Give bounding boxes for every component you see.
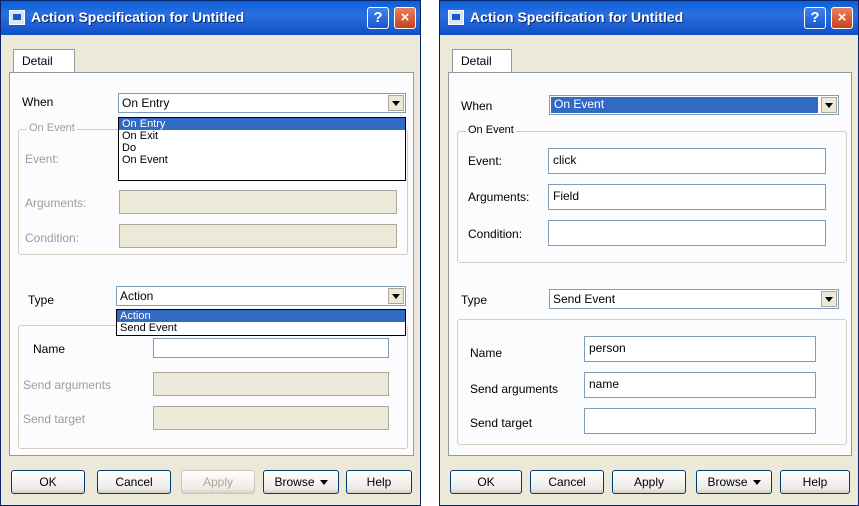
when-option[interactable]: On Entry <box>119 118 405 130</box>
detail-panel: When On Event On Event Event: click Argu… <box>448 72 852 456</box>
condition-field[interactable] <box>119 224 397 248</box>
send-target-field[interactable] <box>153 406 389 430</box>
ok-button[interactable]: OK <box>11 470 85 494</box>
on-event-group-label: On Event <box>27 122 77 134</box>
on-event-group-label: On Event <box>466 124 516 136</box>
close-icon[interactable]: × <box>831 7 853 29</box>
when-select[interactable]: On Event <box>549 95 839 115</box>
send-target-field[interactable] <box>584 408 816 434</box>
chevron-down-icon[interactable] <box>821 97 837 113</box>
when-dropdown-list[interactable]: On Entry On Exit Do On Event <box>118 117 406 181</box>
browse-button-label: Browse <box>707 475 748 489</box>
app-icon <box>9 10 25 25</box>
type-dropdown-list[interactable]: Action Send Event <box>116 309 406 336</box>
title-bar[interactable]: Action Specification for Untitled ? × <box>1 1 420 35</box>
tab-detail[interactable]: Detail <box>452 49 512 73</box>
window-title: Action Specification for Untitled <box>31 9 245 25</box>
close-icon[interactable]: × <box>394 7 416 29</box>
type-value: Send Event <box>553 292 616 306</box>
on-event-group: On Event Event: click Arguments: Field C… <box>457 124 847 263</box>
chevron-down-icon[interactable] <box>388 95 404 111</box>
browse-button-label: Browse <box>274 475 315 489</box>
help-icon[interactable]: ? <box>367 7 389 29</box>
chevron-down-icon <box>319 480 328 486</box>
event-label: Event: <box>468 154 503 168</box>
help-button[interactable]: Help <box>346 470 412 494</box>
when-select[interactable]: On Entry <box>118 93 406 113</box>
ok-button[interactable]: OK <box>450 470 522 494</box>
when-option[interactable]: On Exit <box>119 130 405 142</box>
type-option[interactable]: Send Event <box>117 322 405 334</box>
when-option[interactable]: On Event <box>119 154 405 166</box>
arguments-field[interactable] <box>119 190 397 214</box>
when-label: When <box>22 95 54 109</box>
cancel-button[interactable]: Cancel <box>530 470 604 494</box>
arguments-label: Arguments: <box>468 190 530 204</box>
name-field[interactable]: person <box>584 336 816 362</box>
type-option[interactable]: Action <box>117 310 405 322</box>
name-label: Name <box>33 342 66 356</box>
type-label: Type <box>461 293 488 307</box>
arguments-label: Arguments: <box>25 196 87 210</box>
send-arguments-field[interactable] <box>153 372 389 396</box>
arguments-field[interactable]: Field <box>548 184 826 210</box>
event-field[interactable]: click <box>548 148 826 174</box>
when-label: When <box>461 99 493 113</box>
name-label: Name <box>470 346 503 360</box>
help-button[interactable]: Help <box>780 470 850 494</box>
chevron-down-icon[interactable] <box>821 291 837 307</box>
when-value: On Entry <box>122 96 170 110</box>
type-value: Action <box>120 289 154 303</box>
event-label: Event: <box>25 152 60 166</box>
condition-label: Condition: <box>25 231 80 245</box>
browse-button[interactable]: Browse <box>263 470 339 494</box>
send-arguments-field[interactable]: name <box>584 372 816 398</box>
help-icon[interactable]: ? <box>804 7 826 29</box>
condition-label: Condition: <box>468 227 523 241</box>
send-arguments-label: Send arguments <box>23 378 112 392</box>
detail-panel: When On Entry On Entry On Exit Do On Eve… <box>9 72 414 456</box>
type-label: Type <box>28 293 55 307</box>
browse-button[interactable]: Browse <box>696 470 772 494</box>
chevron-down-icon[interactable] <box>388 288 404 304</box>
chevron-down-icon <box>752 480 761 486</box>
send-target-label: Send target <box>470 416 533 430</box>
name-field[interactable] <box>153 338 389 358</box>
app-icon <box>448 10 464 25</box>
cancel-button[interactable]: Cancel <box>97 470 171 494</box>
when-option[interactable]: Do <box>119 142 405 154</box>
send-target-label: Send target <box>23 412 86 426</box>
title-bar[interactable]: Action Specification for Untitled ? × <box>440 1 858 35</box>
action-spec-dialog-left: Action Specification for Untitled ? × De… <box>0 0 421 506</box>
window-title: Action Specification for Untitled <box>470 9 684 25</box>
send-event-group: Name person Send arguments name Send tar… <box>457 319 847 445</box>
type-select[interactable]: Send Event <box>549 289 839 309</box>
condition-field[interactable] <box>548 220 826 246</box>
tab-detail[interactable]: Detail <box>13 49 75 73</box>
apply-button[interactable]: Apply <box>612 470 686 494</box>
type-select[interactable]: Action <box>116 286 406 306</box>
when-value: On Event <box>551 97 818 113</box>
send-event-group: Name Send arguments Send target <box>18 325 408 449</box>
action-spec-dialog-right: Action Specification for Untitled ? × De… <box>439 0 859 506</box>
send-arguments-label: Send arguments <box>470 382 559 396</box>
apply-button[interactable]: Apply <box>181 470 255 494</box>
